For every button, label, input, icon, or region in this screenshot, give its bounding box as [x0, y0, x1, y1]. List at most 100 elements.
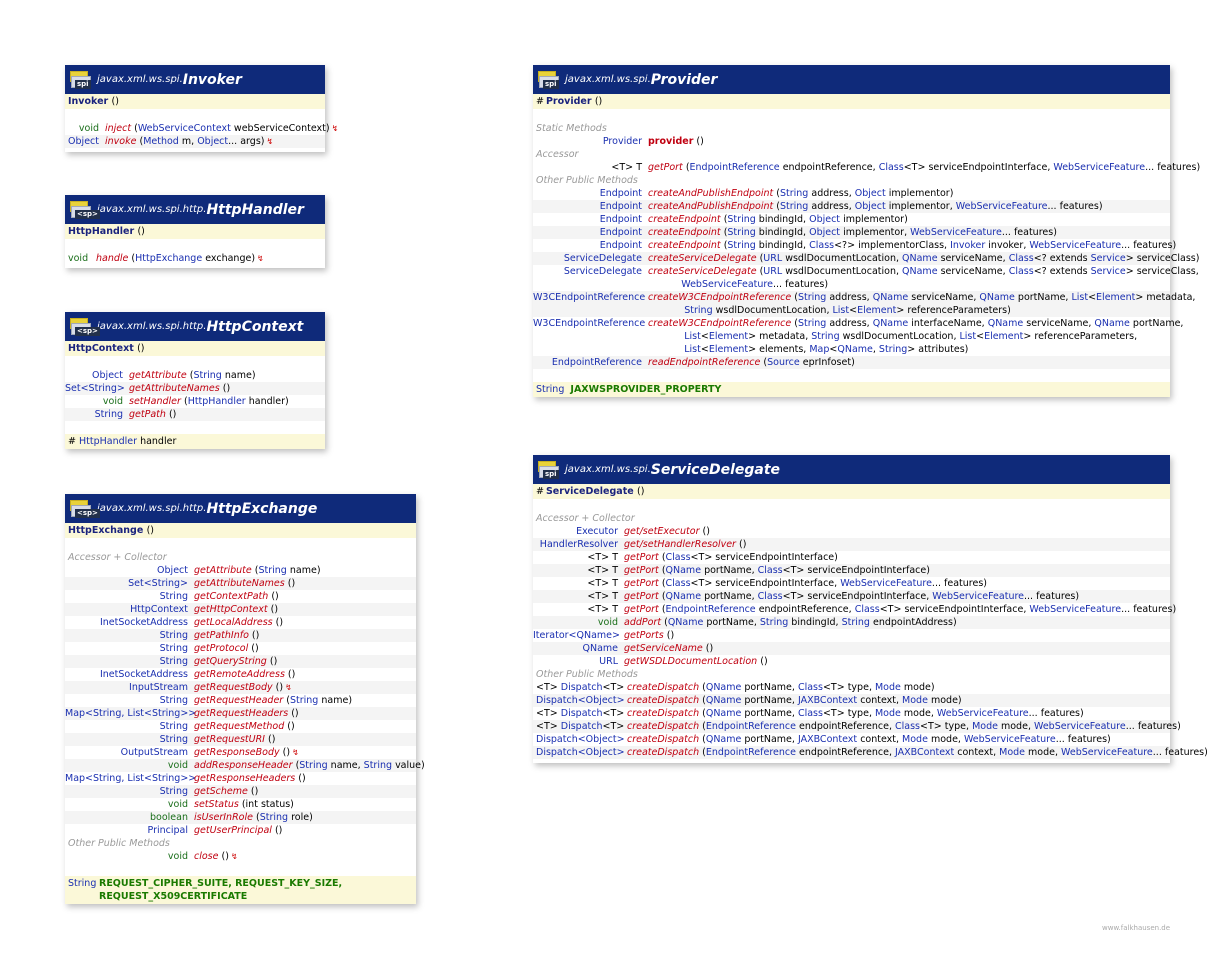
- method-row: HandlerResolver get/setHandlerResolver (): [533, 538, 1170, 551]
- method-name: getAttribute: [194, 565, 252, 576]
- method-row: Endpoint createEndpoint (String bindingId…: [533, 239, 1176, 252]
- throws-icon: ↯: [285, 683, 292, 692]
- class-box-invoker: spi javax.xml.ws.spi. Invoker Invoker () …: [65, 65, 338, 152]
- package-icon: <sp>: [69, 317, 100, 337]
- method-row: Dispatch<Object> createDispatch (QName po…: [533, 733, 1170, 746]
- method-params: (Method m, Object... args): [139, 136, 265, 147]
- class-name: HttpContext: [206, 318, 304, 335]
- method-name: getResponseBody: [194, 747, 280, 758]
- method-params: (String name, String value): [295, 760, 425, 771]
- method-params: (): [251, 643, 259, 654]
- constructor: Invoker (): [65, 94, 325, 109]
- return-type: EndpointReference: [551, 357, 642, 368]
- method-name: getScheme: [194, 786, 248, 797]
- section-label: Accessor + Collector: [68, 552, 167, 563]
- method-name: getPort: [624, 604, 659, 615]
- class-name: HttpHandler: [206, 201, 304, 218]
- method-row: String getProtocol (): [65, 642, 416, 655]
- section-label: Static Methods: [536, 123, 607, 134]
- package-icon: <sp>: [69, 499, 100, 519]
- class-header: <sp> javax.xml.ws.spi.http. HttpContext: [65, 312, 325, 341]
- method-row: Object invoke (Method m, Object... args) ↯: [65, 135, 325, 148]
- method-name: getResponseHeaders: [194, 773, 296, 784]
- method-name: getHttpContext: [194, 604, 268, 615]
- method-row: Endpoint createAndPublishEndpoint (String…: [533, 187, 1170, 200]
- method-name: getPort: [624, 552, 659, 563]
- method-row: OutputStream getResponseBody () ↯: [65, 746, 416, 759]
- return-type: Dispatch<Object>: [536, 747, 625, 758]
- method-row: W3CEndpointReference createW3CEndpointRef…: [533, 317, 1183, 356]
- method-name: getWSDLDocumentLocation: [624, 656, 758, 667]
- class-name: HttpExchange: [206, 500, 318, 517]
- return-type: <T> T: [611, 162, 642, 173]
- method-params: (String name): [254, 565, 321, 576]
- class-header: <sp> javax.xml.ws.spi.http. HttpExchange: [65, 494, 416, 523]
- method-row: Map<String, List<String>> getRequestHeade…: [65, 707, 416, 720]
- return-type: <T> T: [587, 604, 618, 615]
- method-name: addPort: [624, 617, 662, 628]
- class-box-httphandler: <sp> javax.xml.ws.spi.http. HttpHandler H…: [65, 195, 325, 268]
- method-name: createDispatch: [627, 708, 700, 719]
- method-row: <T> T getPort (EndpointReference endpoint…: [533, 603, 1176, 616]
- method-row: Set<String> getAttributeNames (): [65, 382, 325, 395]
- return-type: W3CEndpointReference: [533, 292, 646, 303]
- method-row: String getContextPath (): [65, 590, 416, 603]
- method-row: QName getServiceName (): [533, 642, 1170, 655]
- method-name: createAndPublishEndpoint: [648, 188, 774, 199]
- method-params: (String address, Object implementor, Web…: [776, 201, 1103, 212]
- class-header: spi javax.xml.ws.spi. ServiceDelegate: [533, 455, 1170, 484]
- constants-field: String REQUEST_CIPHER_SUITE, REQUEST_KEY…: [65, 876, 416, 904]
- method-params: (String bindingId, Object implementor): [723, 214, 908, 225]
- method-params: (QName portName, JAXBContext context, Mo…: [702, 734, 1111, 745]
- method-params: (): [291, 708, 299, 719]
- section-label: Accessor: [536, 149, 579, 160]
- class-header: spi javax.xml.ws.spi. Invoker: [65, 65, 325, 94]
- method-params: (QName portName, Class<T> type, Mode mod…: [702, 682, 935, 693]
- method-row: String getRequestURI (): [65, 733, 416, 746]
- method-name: inject: [105, 123, 132, 134]
- return-type: void: [167, 799, 188, 810]
- method-row: <T> T getPort (QName portName, Class<T> s…: [533, 590, 1170, 603]
- method-name: getPorts: [624, 630, 664, 641]
- package-name: javax.xml.ws.spi.http.: [97, 503, 207, 514]
- method-row: HttpContext getHttpContext (): [65, 603, 416, 616]
- return-type: Map<String, List<String>>: [65, 773, 197, 784]
- return-type: Dispatch<Object>: [536, 695, 625, 706]
- method-row: URL getWSDLDocumentLocation (): [533, 655, 1170, 668]
- method-params: (): [221, 851, 229, 862]
- method-name: getPort: [648, 162, 683, 173]
- package-name: javax.xml.ws.spi.: [565, 464, 651, 475]
- method-name: getPort: [624, 578, 659, 589]
- throws-icon: ↯: [266, 137, 274, 146]
- method-row: void addResponseHeader (String name, Stri…: [65, 759, 425, 772]
- method-params: (): [287, 669, 296, 680]
- return-type: void: [167, 851, 188, 862]
- method-params: (): [760, 656, 768, 667]
- method-name: getRequestURI: [194, 734, 265, 745]
- method-row: <T> Dispatch<T> createDispatch (EndpointR…: [533, 720, 1181, 733]
- method-row: String getRequestHeader (String name): [65, 694, 416, 707]
- method-params: (QName portName, Class<T> serviceEndpoin…: [661, 591, 1080, 602]
- method-params: (): [270, 604, 279, 615]
- return-type: QName: [582, 643, 618, 654]
- method-name: getAttributeNames: [194, 578, 285, 589]
- return-type: String: [159, 786, 188, 797]
- method-row: Object getAttribute (String name): [65, 369, 325, 382]
- throws-icon: ↯: [331, 124, 339, 133]
- method-params: (HttpHandler handler): [183, 396, 289, 407]
- method-row: <T> T getPort (Class<T> serviceEndpointIn…: [533, 577, 1170, 590]
- return-type: Object: [92, 370, 123, 381]
- return-type: InetSocketAddress: [99, 669, 188, 680]
- return-type: Object: [68, 136, 99, 147]
- return-type: Executor: [576, 526, 618, 537]
- method-params: (): [271, 591, 279, 602]
- method-row: <T> T getPort (Class<T> serviceEndpointIn…: [533, 551, 1170, 564]
- method-params: (EndpointReference endpointReference, Cl…: [702, 721, 1181, 732]
- method-name: addResponseHeader: [194, 760, 293, 771]
- method-params: (EndpointReference endpointReference, JA…: [702, 747, 1208, 758]
- method-params: (String bindingId, Class<?> implementorC…: [723, 240, 1177, 251]
- method-params: (): [269, 656, 278, 667]
- throws-icon: ↯: [257, 254, 264, 263]
- throws-icon: ↯: [230, 852, 238, 861]
- method-row: void setStatus (int status): [65, 798, 416, 811]
